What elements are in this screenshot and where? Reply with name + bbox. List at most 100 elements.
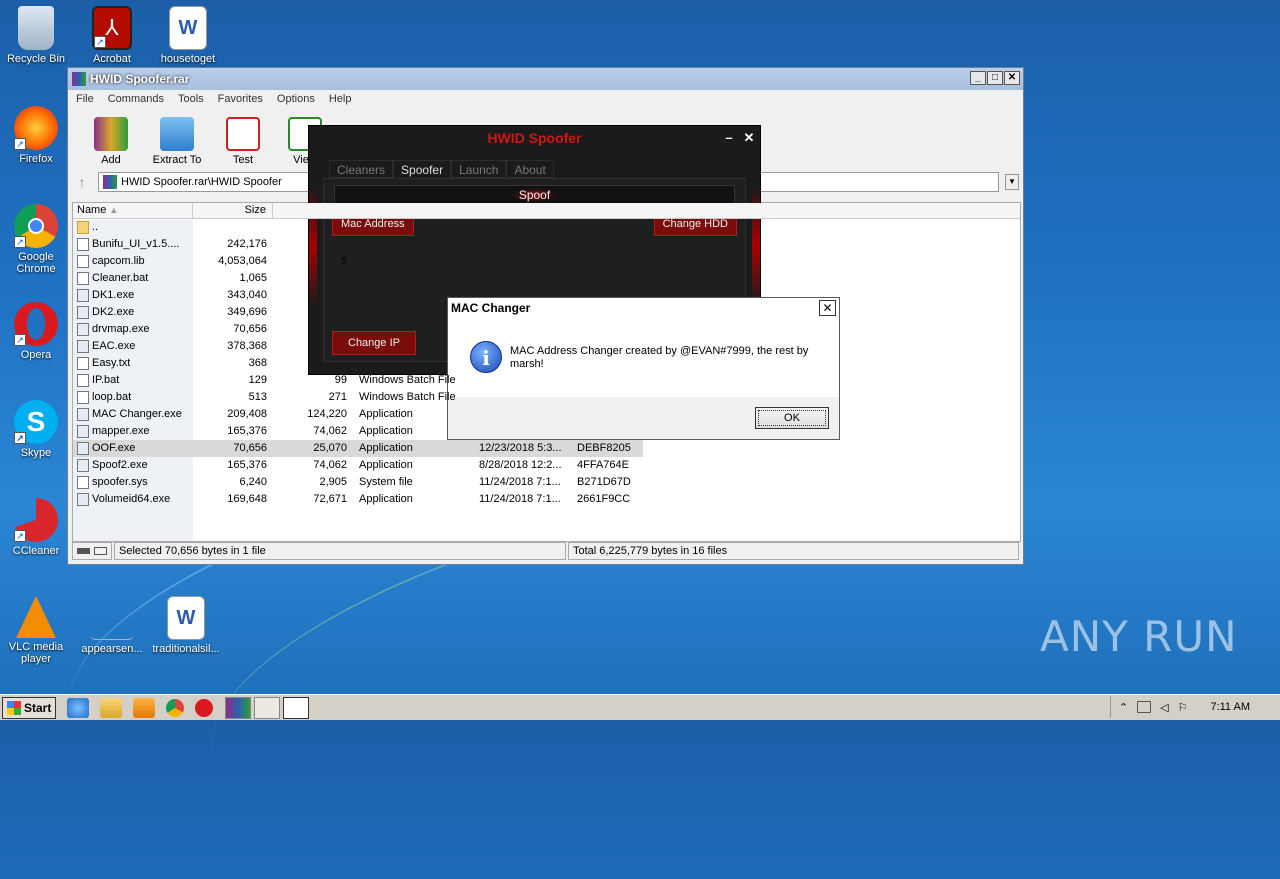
desktop-icon-vlc[interactable]: VLC media player	[0, 596, 72, 665]
file-modified	[473, 355, 573, 372]
file-row[interactable]: IP.bat 129 99 Windows Batch File	[73, 372, 1020, 389]
file-icon	[77, 391, 89, 404]
file-modified	[473, 338, 573, 355]
column-header-size[interactable]: Size	[193, 203, 273, 218]
spoofer-minimize-button[interactable]: –	[720, 129, 738, 147]
winrar-titlebar[interactable]: HWID Spoofer.rar	[68, 68, 1023, 90]
menu-file[interactable]: File	[76, 93, 94, 105]
file-row[interactable]: Bunifu_UI_v1.5.... 242,176	[73, 236, 1020, 253]
minimize-button[interactable]: _	[970, 71, 986, 85]
file-size: 4,053,064	[218, 255, 267, 267]
desktop-icon-skype[interactable]: S ↗ Skype	[0, 400, 72, 459]
desktop-icon-opera[interactable]: ↗ Opera	[0, 302, 72, 361]
spoofer-window-controls: – ✕	[720, 129, 758, 147]
spoofer-close-button[interactable]: ✕	[740, 129, 758, 147]
tray-expand-icon[interactable]: ⌃	[1119, 701, 1128, 714]
menu-favorites[interactable]: Favorites	[218, 93, 263, 105]
file-crc	[573, 253, 643, 270]
file-packed	[273, 304, 353, 321]
file-row[interactable]: Easy.txt 368	[73, 355, 1020, 372]
file-row[interactable]: Volumeid64.exe 169,648 72,671 Application 11…	[73, 491, 1020, 508]
network-icon[interactable]	[1137, 701, 1152, 713]
file-row[interactable]: Spoof2.exe 165,376 74,062 Application 8/28/2…	[73, 457, 1020, 474]
file-type	[353, 287, 473, 304]
file-icon	[77, 255, 89, 268]
firefox-icon: ↗	[14, 106, 58, 150]
file-type: Application	[359, 493, 413, 505]
file-name: ..	[92, 221, 99, 233]
winrar-app-icon	[72, 72, 86, 86]
file-modified	[473, 406, 573, 423]
tab-about[interactable]: About	[506, 160, 554, 178]
file-name-cell: spoofer.sys	[73, 474, 193, 491]
desktop-icon-firefox[interactable]: ↗ Firefox	[0, 106, 72, 165]
file-row[interactable]: DK1.exe 343,040	[73, 287, 1020, 304]
desktop-icon-appearsen[interactable]: appearsen...	[76, 596, 148, 655]
file-row[interactable]: spoofer.sys 6,240 2,905 System file 11/24/20…	[73, 474, 1020, 491]
opera-taskbar-icon[interactable]	[195, 698, 213, 717]
file-size: 6,240	[239, 476, 267, 488]
desktop-icon-ccleaner[interactable]: ↗ CCleaner	[0, 498, 72, 557]
volume-icon[interactable]: ◁	[1160, 701, 1168, 714]
file-row[interactable]: MAC Changer.exe 209,408 124,220 Application	[73, 406, 1020, 423]
ccleaner-icon: ↗	[14, 498, 58, 542]
explorer-folder-icon[interactable]	[100, 697, 122, 718]
media-player-icon[interactable]	[133, 697, 155, 718]
extract-to-button[interactable]: Extract To	[148, 117, 206, 166]
menu-options[interactable]: Options	[277, 93, 315, 105]
file-row[interactable]: ..	[73, 219, 1020, 236]
file-row[interactable]: loop.bat 513 271 Windows Batch File	[73, 389, 1020, 406]
clock[interactable]: 7:11 AM	[1210, 701, 1250, 713]
file-packed	[273, 338, 353, 355]
folder-icon	[77, 221, 89, 234]
file-row[interactable]: DK2.exe 349,696	[73, 304, 1020, 321]
file-name: OOF.exe	[92, 442, 136, 454]
folder-extract-icon	[160, 117, 194, 151]
menu-help[interactable]: Help	[329, 93, 352, 105]
spoofer-title[interactable]: HWID Spoofer	[309, 126, 760, 150]
start-button[interactable]: Start	[2, 696, 56, 719]
tab-spoofer[interactable]: Spoofer	[393, 160, 452, 178]
ie-icon[interactable]	[67, 697, 89, 718]
file-packed	[273, 321, 353, 338]
shortcut-arrow-icon: ↗	[14, 432, 26, 444]
file-row[interactable]: drvmap.exe 70,656	[73, 321, 1020, 338]
close-button[interactable]: ✕	[1004, 71, 1020, 85]
address-text: HWID Spoofer.rar\HWID Spoofer	[121, 176, 282, 188]
column-header-name[interactable]: Name ▲	[73, 203, 193, 218]
taskbar-winrar[interactable]	[225, 696, 251, 719]
desktop-icon-acrobat[interactable]: ⅄ ↗ Acrobat	[76, 6, 148, 65]
desktop-icon-recycle-bin[interactable]: Recycle Bin	[0, 6, 72, 65]
file-row[interactable]: OOF.exe 70,656 25,070 Application 12/23/2018…	[73, 440, 643, 457]
shortcut-arrow-icon: ↗	[14, 530, 26, 542]
desktop-icon-traditionalsil[interactable]: W traditionalsil...	[150, 596, 222, 655]
file-size: 1,065	[239, 272, 267, 284]
tab-cleaners[interactable]: Cleaners	[329, 160, 394, 178]
file-row[interactable]: Cleaner.bat 1,065	[73, 270, 1020, 287]
file-row[interactable]: mapper.exe 165,376 74,062 Application	[73, 423, 1020, 440]
file-icon	[77, 272, 89, 285]
desktop-icon-housetoget[interactable]: W housetoget	[152, 6, 224, 65]
chrome-taskbar-icon[interactable]	[166, 698, 184, 717]
tab-launch[interactable]: Launch	[451, 160, 507, 178]
file-row[interactable]: EAC.exe 378,368	[73, 338, 1020, 355]
menubar: File Commands Tools Favorites Options He…	[68, 90, 1023, 108]
file-name: spoofer.sys	[92, 476, 148, 488]
file-crc	[573, 270, 643, 287]
taskbar-mac-changer[interactable]	[283, 696, 309, 719]
up-arrow-icon[interactable]: ↑	[72, 174, 92, 190]
maximize-button[interactable]: □	[987, 71, 1003, 85]
desktop-icon-chrome[interactable]: ↗ Google Chrome	[0, 204, 72, 275]
action-center-flag-icon[interactable]: ⚐	[1178, 701, 1188, 714]
menu-tools[interactable]: Tools	[178, 93, 204, 105]
start-label: Start	[24, 700, 52, 715]
anyrun-watermark: ANY RUN	[1040, 612, 1238, 661]
menu-commands[interactable]: Commands	[108, 93, 164, 105]
address-dropdown-icon[interactable]: ▼	[1005, 174, 1019, 190]
test-button[interactable]: Test	[218, 117, 268, 166]
file-name-cell: EAC.exe	[73, 338, 193, 355]
file-row[interactable]: capcom.lib 4,053,064 5	[73, 253, 1020, 270]
add-button[interactable]: Add	[86, 117, 136, 166]
taskbar-spoofer[interactable]	[254, 696, 280, 719]
file-crc	[573, 219, 643, 236]
